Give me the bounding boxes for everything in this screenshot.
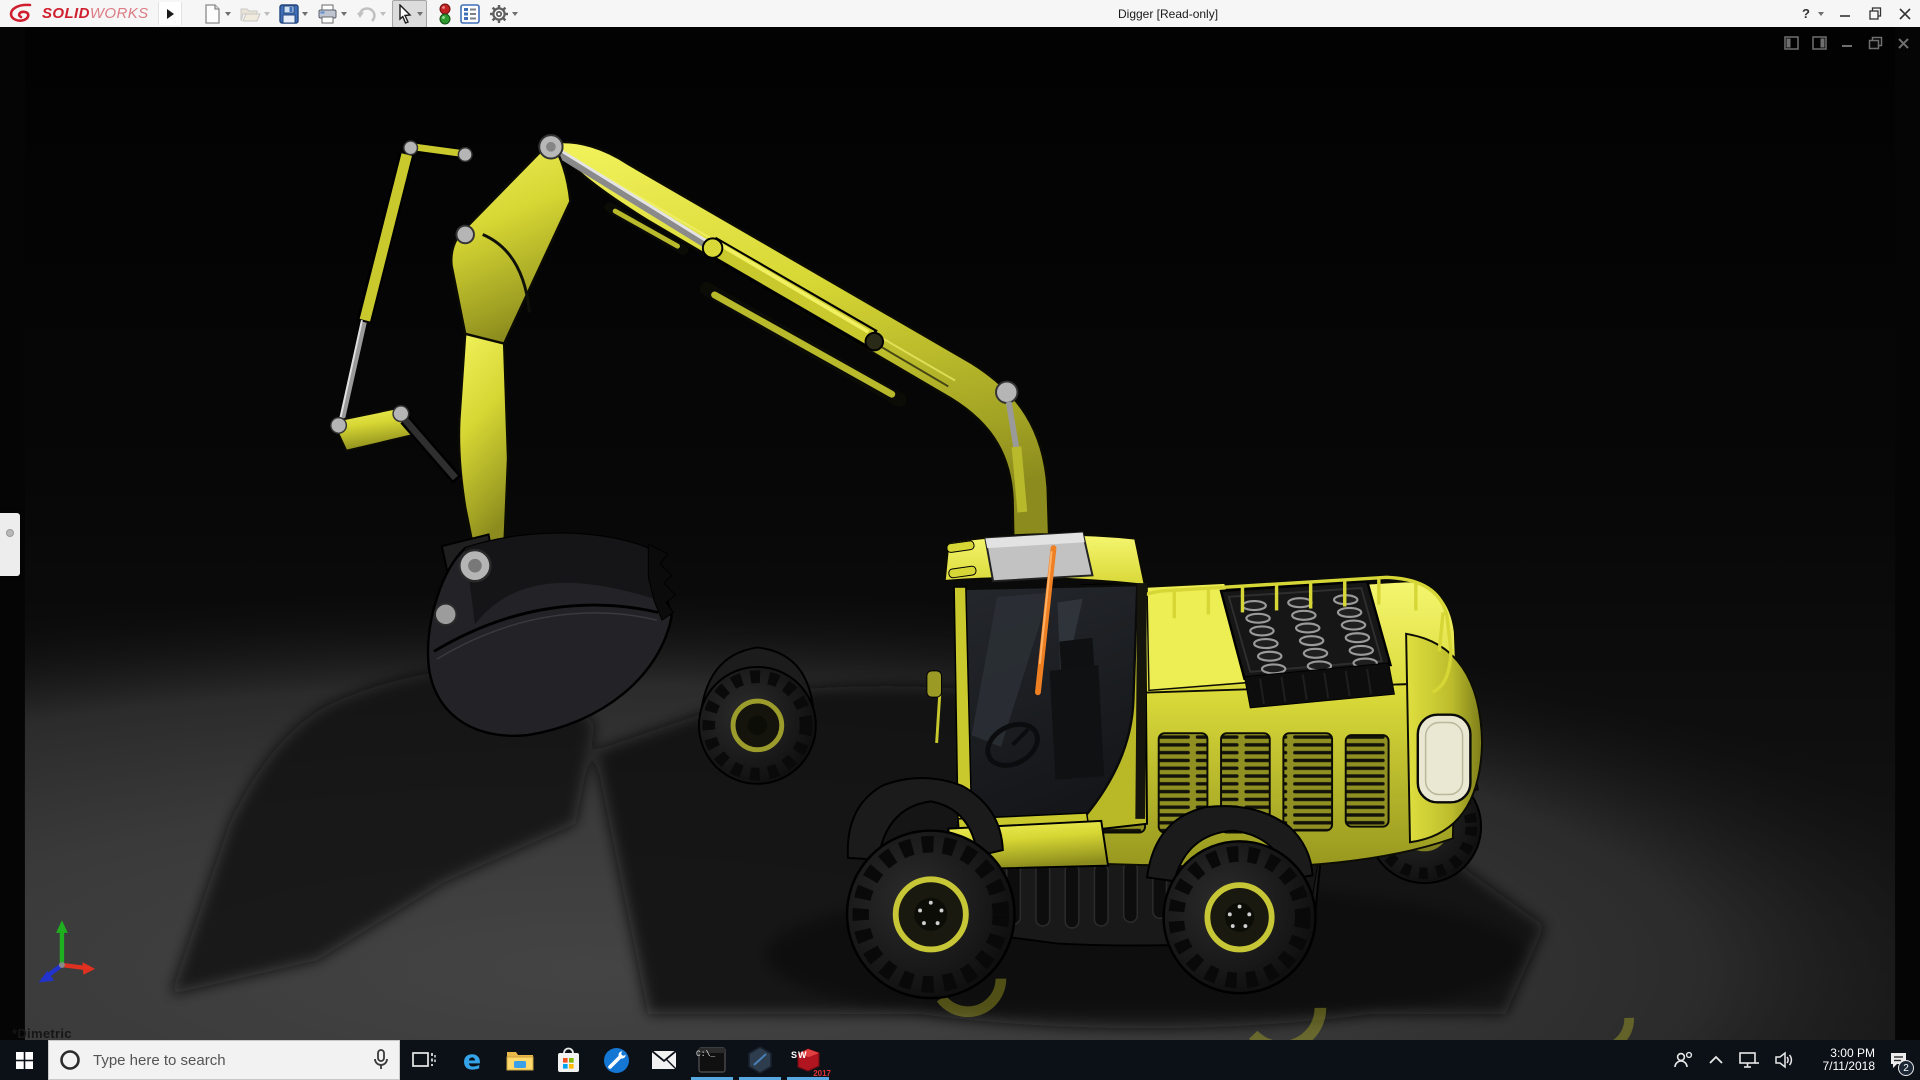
window-controls: ? [1795,0,1920,27]
start-button[interactable] [0,1040,48,1080]
restore-icon [1869,7,1882,20]
speaker-icon [1774,1051,1794,1069]
minimize-icon [1839,8,1851,20]
select-cursor-icon [396,4,414,24]
edge-icon: e [463,1047,481,1074]
undo-arrow-icon [356,5,377,23]
main-toolbar [200,0,521,27]
taskpane-tab-handle-icon [6,529,14,537]
document-window-controls [1782,35,1912,51]
windows-taskbar: e [0,1040,1920,1080]
solidworks-app-button[interactable]: SW 2017 [784,1040,832,1080]
taskpane-flyout-tab[interactable] [0,513,20,576]
doc-minimize-icon [1840,37,1854,49]
doc-close-icon [1897,37,1910,50]
system-tray: 3:00 PM 7/11/2018 2 [1665,1040,1920,1080]
chevron-up-icon [1708,1055,1724,1065]
brand-works: WORKS [90,5,149,22]
microsoft-store-button[interactable] [544,1040,592,1080]
view-orientation-label: *Dimetric [12,1026,72,1041]
select-tool-button[interactable] [392,0,427,28]
doc-restore-button[interactable] [1866,35,1884,51]
microphone-icon[interactable] [373,1049,389,1071]
display-settings-button[interactable] [457,1,483,27]
file-explorer-icon [506,1048,534,1072]
document-title: Digger [Read-only] [1118,7,1218,21]
task-view-icon [412,1049,436,1071]
print-icon [317,4,338,24]
store-icon [556,1047,581,1073]
dropdown-caret-icon[interactable] [264,12,270,16]
solidworks-logo: SOLIDWORKS [8,3,149,24]
hexagon-app-icon [746,1046,774,1074]
help-caret-icon[interactable] [1818,12,1824,16]
settings-tools-button[interactable] [592,1040,640,1080]
taskbar-icons: e [400,1040,832,1080]
undo-button[interactable] [353,1,389,27]
doc-close-button[interactable] [1894,35,1912,51]
new-document-icon [203,4,222,24]
dropdown-caret-icon[interactable] [302,12,308,16]
dropdown-caret-icon[interactable] [341,12,347,16]
close-button[interactable] [1890,0,1920,27]
wrench-circle-icon [603,1047,630,1074]
dropdown-caret-icon[interactable] [417,12,423,16]
titlebar: SOLIDWORKS [0,0,1920,28]
doc-restore-icon [1868,36,1883,50]
help-button[interactable]: ? [1795,0,1817,27]
search-input[interactable] [91,1051,363,1070]
taskbar-search[interactable] [48,1040,400,1080]
dropdown-caret-icon[interactable] [225,12,231,16]
dropdown-caret-icon[interactable] [512,12,518,16]
mail-button[interactable] [640,1040,688,1080]
stoplight-icon [439,3,451,25]
save-floppy-icon [279,4,299,24]
action-center-button[interactable]: 2 [1881,1040,1920,1080]
edge-browser-button[interactable]: e [448,1040,496,1080]
dropdown-caret-icon[interactable] [380,12,386,16]
volume-button[interactable] [1767,1040,1801,1080]
display-settings-icon [460,4,480,24]
digger-3d-model[interactable] [0,27,1920,1040]
cad-app-button[interactable] [736,1040,784,1080]
cortana-icon [59,1049,81,1071]
minimize-button[interactable] [1830,0,1860,27]
brand-solid: SOLID [42,5,90,22]
flyout-arrow-icon [167,9,174,19]
pane-right-icon [1812,36,1827,50]
command-prompt-glyph: C:\_ [696,1050,715,1059]
windows-logo-icon [16,1052,33,1069]
network-button[interactable] [1731,1040,1767,1080]
feature-pane-toggle-button[interactable] [1782,35,1800,51]
command-prompt-button[interactable]: C:\_ [688,1040,736,1080]
graphics-area[interactable]: *Dimetric [0,27,1920,1040]
network-icon [1738,1051,1760,1069]
tray-overflow-button[interactable] [1701,1040,1731,1080]
solidworks-glyph: SW [791,1050,808,1060]
people-button[interactable] [1665,1040,1701,1080]
notification-badge: 2 [1898,1060,1914,1076]
people-icon [1672,1050,1694,1070]
dassault-systemes-logo-icon [8,3,38,24]
doc-minimize-button[interactable] [1838,35,1856,51]
save-button[interactable] [276,1,311,27]
open-folder-icon [240,5,261,23]
close-icon [1899,8,1911,20]
menu-flyout-button[interactable] [158,2,182,25]
open-document-button[interactable] [237,1,273,27]
file-explorer-button[interactable] [496,1040,544,1080]
solidworks-year: 2017 [813,1069,831,1078]
rebuild-stoplight-button[interactable] [436,1,454,27]
mail-icon [651,1050,677,1070]
new-document-button[interactable] [200,1,234,27]
pane-left-icon [1784,36,1799,50]
gear-icon [489,4,509,24]
print-button[interactable] [314,1,350,27]
clock[interactable]: 3:00 PM 7/11/2018 [1801,1047,1881,1073]
options-button[interactable] [486,1,521,27]
restore-button[interactable] [1860,0,1890,27]
task-view-button[interactable] [400,1040,448,1080]
date: 7/11/2018 [1807,1060,1875,1073]
display-pane-toggle-button[interactable] [1810,35,1828,51]
